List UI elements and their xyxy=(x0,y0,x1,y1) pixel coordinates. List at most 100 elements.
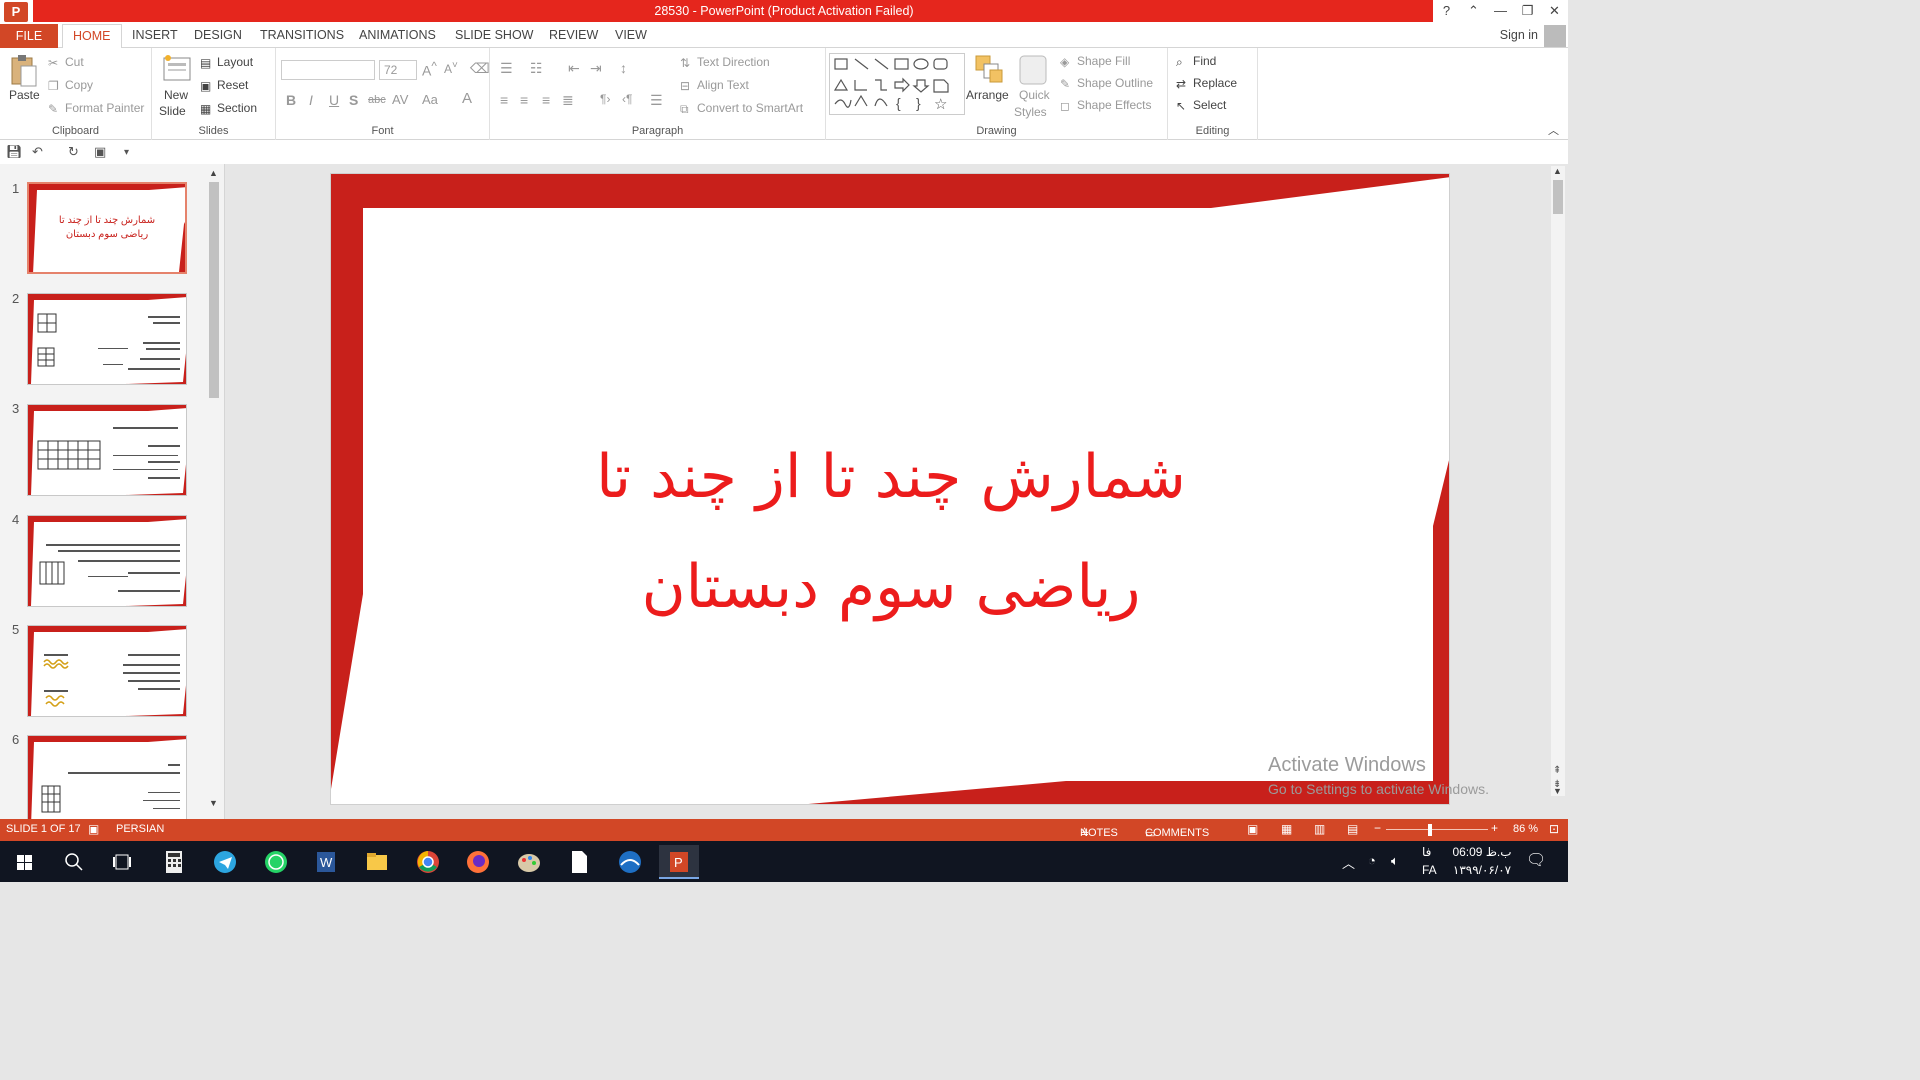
copy-button[interactable]: ❐ Copy xyxy=(48,78,93,93)
collapse-ribbon-icon[interactable]: ︿ xyxy=(1548,122,1559,138)
shapes-gallery[interactable]: {} ☆ xyxy=(829,53,965,115)
new-slide-label-2[interactable]: Slide xyxy=(159,104,186,118)
prev-next-slide-icons[interactable]: ⇞ ⇟ xyxy=(1553,764,1561,792)
normal-view-icon[interactable]: ▣ xyxy=(1247,822,1258,836)
reset-button[interactable]: ▣ Reset xyxy=(200,78,248,93)
close-button[interactable]: ✕ xyxy=(1541,0,1568,24)
avatar[interactable] xyxy=(1544,25,1566,47)
tab-transitions[interactable]: TRANSITIONS xyxy=(260,28,344,42)
section-button[interactable]: ▦ Section xyxy=(200,101,257,116)
strikethrough-icon[interactable]: abc xyxy=(368,94,386,106)
file-explorer-app[interactable] xyxy=(357,845,397,879)
cut-button[interactable]: ✂ Cut xyxy=(48,55,84,70)
start-button[interactable] xyxy=(4,845,44,879)
numbering-icon[interactable]: ☷ xyxy=(530,60,543,77)
text-direction-button[interactable]: ⇅ Text Direction xyxy=(680,55,770,70)
notifications-icon[interactable]: 🗨︎ xyxy=(1526,850,1546,870)
calculator-app[interactable] xyxy=(154,845,194,879)
telegram-app[interactable] xyxy=(205,845,245,879)
ribbon-display-options-button[interactable]: ⌃ xyxy=(1460,0,1487,24)
quick-styles-label-2[interactable]: Styles xyxy=(1014,105,1047,119)
scroll-up-icon[interactable]: ▲ xyxy=(209,168,218,178)
slide-canvas[interactable]: شمارش چند تا از چند تا ریاضی سوم دبستان xyxy=(330,173,1450,805)
tab-insert[interactable]: INSERT xyxy=(132,28,178,42)
decrease-indent-icon[interactable]: ⇤ xyxy=(568,60,580,77)
quick-styles-label-1[interactable]: Quick xyxy=(1019,88,1050,102)
tab-file[interactable]: FILE xyxy=(0,24,58,48)
network-app[interactable] xyxy=(610,845,650,879)
start-from-beginning-icon[interactable]: ▣ xyxy=(94,144,106,160)
format-painter-button[interactable]: ✎ Format Painter xyxy=(48,101,144,116)
align-center-icon[interactable]: ≡ xyxy=(520,92,528,108)
ltr-icon[interactable]: ¶› xyxy=(600,92,610,106)
help-button[interactable]: ? xyxy=(1433,0,1460,24)
replace-button[interactable]: ⇄ Replace xyxy=(1176,76,1237,91)
tab-animations[interactable]: ANIMATIONS xyxy=(359,28,436,42)
font-size-box[interactable]: 72 xyxy=(379,60,417,80)
arrange-button[interactable]: Arrange xyxy=(966,88,1009,102)
character-spacing-icon[interactable]: AV xyxy=(392,92,408,107)
scroll-down-icon[interactable]: ▼ xyxy=(209,798,218,808)
shrink-font-icon[interactable]: A˅ xyxy=(444,60,458,76)
bullets-icon[interactable]: ☰ xyxy=(500,60,513,77)
line-spacing-icon[interactable]: ↕ xyxy=(620,60,627,76)
find-button[interactable]: ⌕ Find xyxy=(1176,54,1216,69)
document-app[interactable] xyxy=(559,845,599,879)
tab-design[interactable]: DESIGN xyxy=(194,28,242,42)
tab-home[interactable]: HOME xyxy=(62,24,122,49)
thumbnail-slide-5[interactable] xyxy=(27,625,187,717)
align-text-button[interactable]: ⊟ Align Text xyxy=(680,78,749,93)
word-app[interactable]: W xyxy=(306,845,346,879)
new-slide-label-1[interactable]: New xyxy=(164,88,188,102)
reading-view-icon[interactable]: ▥ xyxy=(1314,822,1325,836)
whatsapp-app[interactable] xyxy=(256,845,296,879)
align-left-icon[interactable]: ≡ xyxy=(500,92,508,108)
italic-icon[interactable]: I xyxy=(309,92,313,108)
sign-in-link[interactable]: Sign in xyxy=(1500,28,1538,42)
language-indicator[interactable]: PERSIAN xyxy=(116,823,164,835)
paste-button[interactable]: Paste xyxy=(9,88,40,102)
tab-review[interactable]: REVIEW xyxy=(549,28,598,42)
layout-button[interactable]: ▤ Layout xyxy=(200,55,253,70)
shape-outline-button[interactable]: ✎ Shape Outline xyxy=(1060,76,1153,91)
underline-icon[interactable]: U xyxy=(329,92,339,108)
zoom-level[interactable]: 86 % xyxy=(1513,823,1538,835)
slide-scrollbar[interactable]: ▲ ▼ xyxy=(1551,166,1565,796)
change-case-icon[interactable]: Aa xyxy=(422,92,438,107)
chrome-app[interactable] xyxy=(408,845,448,879)
thumbnails-scroll-thumb[interactable] xyxy=(209,182,219,398)
zoom-slider-track[interactable] xyxy=(1386,829,1488,830)
increase-indent-icon[interactable]: ⇥ xyxy=(590,60,602,77)
shadow-icon[interactable]: S xyxy=(349,92,358,108)
slide-title[interactable]: شمارش چند تا از چند تا ریاضی سوم دبستان xyxy=(431,422,1351,642)
convert-smartart-button[interactable]: ⧉ Convert to SmartArt xyxy=(680,101,803,116)
select-button[interactable]: ↖ Select xyxy=(1176,98,1226,113)
font-color-icon[interactable]: A xyxy=(462,90,472,107)
spellcheck-icon[interactable]: ▣ xyxy=(88,822,99,836)
clock[interactable]: 06:09 ب.ظ ۱۳۹۹/۰۶/۰۷ xyxy=(1450,845,1514,877)
undo-icon[interactable]: ↶ xyxy=(32,144,43,160)
tab-view[interactable]: VIEW xyxy=(615,28,647,42)
thumbnail-slide-3[interactable] xyxy=(27,404,187,496)
customize-toolbar-icon[interactable]: ▾ xyxy=(124,147,129,158)
thumbnails-scrollbar[interactable]: ▲ ▼ xyxy=(207,168,221,808)
search-button[interactable] xyxy=(54,845,94,879)
columns-icon[interactable]: ☰ xyxy=(650,92,663,109)
thumbnail-slide-2[interactable] xyxy=(27,293,187,385)
restore-button[interactable]: ❐ xyxy=(1514,0,1541,24)
align-right-icon[interactable]: ≡ xyxy=(542,92,550,108)
grow-font-icon[interactable]: A^ xyxy=(422,60,437,79)
firefox-app[interactable] xyxy=(458,845,498,879)
thumbnail-slide-6[interactable] xyxy=(27,735,187,819)
rtl-icon[interactable]: ‹¶ xyxy=(622,92,632,106)
task-view-button[interactable] xyxy=(102,845,142,879)
justify-icon[interactable]: ≣ xyxy=(562,92,574,109)
font-name-box[interactable] xyxy=(281,60,375,80)
save-icon[interactable]: 💾︎ xyxy=(6,144,23,160)
bold-icon[interactable]: B xyxy=(286,92,296,108)
volume-icon[interactable]: 🔈︎ xyxy=(1391,853,1399,869)
slide-scroll-up-icon[interactable]: ▲ xyxy=(1553,166,1562,176)
zoom-out-icon[interactable]: − xyxy=(1374,821,1381,835)
slide-sorter-icon[interactable]: ▦ xyxy=(1281,822,1292,836)
tab-slide-show[interactable]: SLIDE SHOW xyxy=(455,28,534,42)
